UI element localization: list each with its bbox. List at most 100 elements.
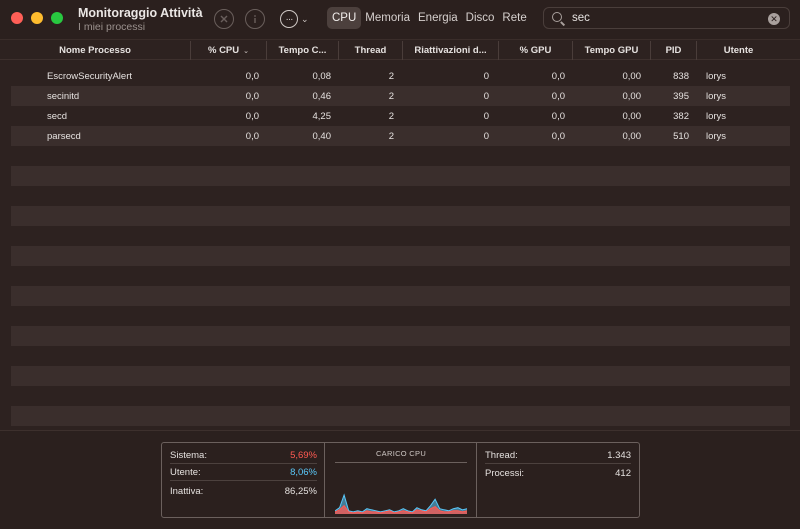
stats-panel: Sistema: 5,69% Utente: 8,06% Inattiva: 8… <box>161 442 640 518</box>
cpu-time: 0,46 <box>312 90 332 102</box>
column-label: % GPU <box>519 45 552 56</box>
tab-energia[interactable]: Energia <box>414 7 462 29</box>
column-label: Riattivazioni d... <box>414 45 487 56</box>
process-table: EscrowSecurityAlert 0,0 0,08 2 0 0,0 0,0… <box>11 66 790 426</box>
process-name: secd <box>47 110 68 122</box>
tab-bar: CPU Memoria Energia Disco Rete <box>327 7 531 29</box>
table-row[interactable]: parsecd 0,0 0,40 2 0 0,0 0,00 510 lorys <box>11 126 790 146</box>
stat-value-processi: 412 <box>615 467 631 479</box>
more-actions-icon: ··· <box>280 10 298 28</box>
clear-search-icon[interactable]: ✕ <box>768 13 780 25</box>
thread-count: 2 <box>388 90 394 102</box>
cpu-percent: 0,0 <box>245 110 259 122</box>
stat-label: Thread: <box>485 450 518 461</box>
window-title: Monitoraggio Attività <box>78 6 203 20</box>
column-label: PID <box>665 45 682 56</box>
stat-processi: Processi: 412 <box>485 465 631 481</box>
stop-process-icon[interactable] <box>214 9 234 29</box>
column-header-cpu[interactable]: % CPU ⌄ <box>191 41 267 60</box>
thread-count: 2 <box>388 130 394 142</box>
column-header-thread[interactable]: Thread <box>339 41 403 60</box>
stat-label: Inattiva: <box>170 485 204 497</box>
tab-disco[interactable]: Disco <box>462 7 499 29</box>
gpu-time: 0,00 <box>622 90 642 102</box>
gpu-percent: 0,0 <box>551 130 565 142</box>
column-header-tempo-cpu[interactable]: Tempo C... <box>267 41 339 60</box>
stat-label: Utente: <box>170 467 201 478</box>
process-name: secinitd <box>47 90 80 102</box>
user: lorys <box>706 90 727 102</box>
cpu-load-graph-panel: CARICO CPU <box>325 443 477 517</box>
window-controls <box>11 12 63 24</box>
stat-inattiva: Inattiva: 86,25% <box>170 483 317 499</box>
column-header-pid[interactable]: PID <box>651 41 697 60</box>
cpu-time: 4,25 <box>312 110 332 122</box>
search-icon <box>552 12 564 24</box>
gpu-percent: 0,0 <box>551 90 565 102</box>
zoom-window-button[interactable] <box>51 12 63 24</box>
column-label: % CPU <box>207 45 240 56</box>
gpu-percent: 0,0 <box>551 70 565 82</box>
minimize-window-button[interactable] <box>31 12 43 24</box>
chart-title: CARICO CPU <box>335 449 467 463</box>
table-row[interactable]: secinitd 0,0 0,46 2 0 0,0 0,00 395 lorys <box>11 86 790 106</box>
column-header-riattivazioni[interactable]: Riattivazioni d... <box>403 41 499 60</box>
cpu-time: 0,40 <box>312 130 332 142</box>
process-name: EscrowSecurityAlert <box>47 70 132 82</box>
column-header-tempo-gpu[interactable]: Tempo GPU <box>573 41 651 60</box>
cpu-time: 0,08 <box>312 70 332 82</box>
more-actions-button[interactable]: ··· ⌄ <box>280 9 309 29</box>
column-label: Tempo C... <box>278 45 327 56</box>
cpu-stats-footer: Sistema: 5,69% Utente: 8,06% Inattiva: 8… <box>0 430 800 529</box>
stat-thread: Thread: 1.343 <box>485 448 631 464</box>
stat-value-thread: 1.343 <box>607 450 631 461</box>
wakeups: 0 <box>483 110 489 122</box>
search-input[interactable] <box>572 12 762 24</box>
column-label: Thread <box>354 45 387 56</box>
empty-row <box>11 326 790 346</box>
process-count-stats: Thread: 1.343 Processi: 412 <box>477 443 639 517</box>
empty-row <box>11 206 790 226</box>
column-header-utente[interactable]: Utente <box>697 41 780 60</box>
column-label: Nome Processo <box>59 45 131 56</box>
column-header-gpu[interactable]: % GPU <box>499 41 573 60</box>
pid: 510 <box>673 130 689 142</box>
gpu-time: 0,00 <box>622 110 642 122</box>
sort-descending-icon: ⌄ <box>243 47 250 55</box>
stat-label: Processi: <box>485 467 525 479</box>
stat-sistema: Sistema: 5,69% <box>170 448 317 464</box>
process-name: parsecd <box>47 130 81 142</box>
toolbar: Monitoraggio Attività I miei processi ··… <box>0 0 800 40</box>
tab-memoria[interactable]: Memoria <box>361 7 414 29</box>
gpu-time: 0,00 <box>622 70 642 82</box>
table-row[interactable]: EscrowSecurityAlert 0,0 0,08 2 0 0,0 0,0… <box>11 66 790 86</box>
pid: 838 <box>673 70 689 82</box>
table-row[interactable]: secd 0,0 4,25 2 0 0,0 0,00 382 lorys <box>11 106 790 126</box>
column-label: Tempo GPU <box>584 45 639 56</box>
gpu-time: 0,00 <box>622 130 642 142</box>
utente-load-line <box>335 493 467 513</box>
cpu-percent: 0,0 <box>245 130 259 142</box>
empty-row <box>11 166 790 186</box>
tab-rete[interactable]: Rete <box>498 7 530 29</box>
empty-row <box>11 406 790 426</box>
column-label: Utente <box>723 45 754 56</box>
cpu-load-chart <box>335 493 467 514</box>
gpu-percent: 0,0 <box>551 110 565 122</box>
chevron-down-icon: ⌄ <box>301 13 309 24</box>
stat-value-utente: 8,06% <box>290 467 317 478</box>
search-field[interactable]: ✕ <box>543 7 790 29</box>
column-header-nome-processo[interactable]: Nome Processo <box>0 41 191 60</box>
table-header: Nome Processo % CPU ⌄ Tempo C... Thread R… <box>0 41 800 60</box>
user: lorys <box>706 110 727 122</box>
thread-count: 2 <box>388 110 394 122</box>
tab-cpu[interactable]: CPU <box>327 7 362 29</box>
close-window-button[interactable] <box>11 12 23 24</box>
wakeups: 0 <box>483 70 489 82</box>
stat-value-inattiva: 86,25% <box>284 485 317 497</box>
info-icon[interactable] <box>245 9 265 29</box>
thread-count: 2 <box>388 70 394 82</box>
wakeups: 0 <box>483 90 489 102</box>
user: lorys <box>706 70 727 82</box>
title-block: Monitoraggio Attività I miei processi <box>78 6 203 34</box>
